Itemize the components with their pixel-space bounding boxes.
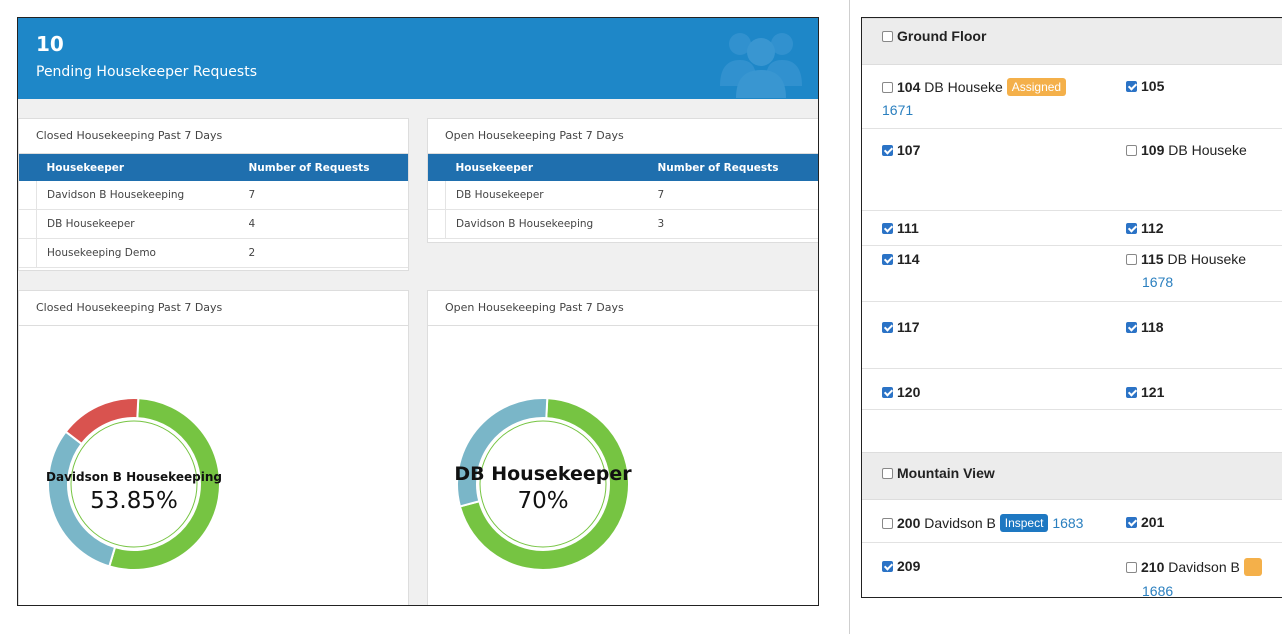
room-item[interactable]: 107: [882, 142, 920, 158]
row-divider: [862, 245, 1282, 246]
room-item[interactable]: 109 DB Houseke: [1126, 142, 1247, 158]
room-item[interactable]: 114: [882, 251, 920, 267]
floor-name: Mountain View: [897, 465, 995, 481]
room-checkbox[interactable]: [882, 387, 893, 398]
open-housekeeping-chart-card: Open Housekeeping Past 7 Days DB Houseke…: [427, 290, 818, 605]
assigned-badge: Assigned: [1006, 78, 1067, 96]
closed-housekeeping-table-card: Closed Housekeeping Past 7 Days Housekee…: [18, 118, 409, 271]
column-header[interactable]: Housekeeper: [445, 154, 648, 181]
inspect-badge: Inspect: [999, 514, 1049, 532]
pending-count: 10: [36, 32, 64, 56]
donut-center-percent: 53.85%: [90, 488, 178, 514]
room-item[interactable]: 201: [1126, 514, 1164, 530]
donut-center-name: DB Housekeeper: [454, 463, 632, 485]
room-checkbox[interactable]: [882, 518, 893, 529]
room-item[interactable]: 210 Davidson B: [1126, 558, 1262, 576]
row-divider: [862, 542, 1282, 543]
dashboard-screenshot: 10 Pending Housekeeper Requests Closed H…: [17, 17, 819, 606]
floor-name: Ground Floor: [897, 28, 987, 44]
row-divider: [862, 301, 1282, 302]
room-item[interactable]: 115 DB Houseke: [1126, 251, 1246, 267]
room-checkbox[interactable]: [1126, 223, 1137, 234]
room-checkbox[interactable]: [882, 82, 893, 93]
room-item[interactable]: 104 DB Houseke Assigned: [882, 78, 1067, 96]
request-link[interactable]: 1678: [1142, 274, 1173, 290]
room-item[interactable]: 121: [1126, 384, 1164, 400]
room-item[interactable]: 105: [1126, 78, 1164, 94]
table-row[interactable]: Davidson B Housekeeping 7: [19, 181, 408, 210]
request-link[interactable]: 1671: [882, 102, 913, 118]
room-checkbox[interactable]: [882, 254, 893, 265]
card-title: Closed Housekeeping Past 7 Days: [19, 119, 408, 154]
room-checkbox[interactable]: [1126, 562, 1137, 573]
assigned-badge: [1243, 558, 1262, 576]
row-divider: [862, 409, 1282, 410]
room-checkbox[interactable]: [882, 223, 893, 234]
room-checkbox[interactable]: [882, 145, 893, 156]
donut-inner-ring: [70, 420, 198, 548]
room-checkbox[interactable]: [1126, 81, 1137, 92]
closed-housekeeping-table: Housekeeper Number of Requests Davidson …: [19, 154, 408, 268]
pending-requests-banner[interactable]: 10 Pending Housekeeper Requests: [18, 18, 818, 99]
floor-header-ground[interactable]: Ground Floor: [862, 18, 1282, 65]
column-header[interactable]: Number of Requests: [647, 154, 818, 181]
donut-center-percent: 70%: [517, 488, 569, 514]
room-item[interactable]: 111: [882, 220, 919, 236]
open-housekeeping-table: Housekeeper Number of Requests DB Housek…: [428, 154, 818, 239]
room-checkbox[interactable]: [1126, 322, 1137, 333]
donut-slice-davidson-b-housekeeping[interactable]: [108, 397, 221, 571]
floor-checkbox[interactable]: [882, 31, 893, 42]
closed-housekeeping-donut-chart: [47, 397, 221, 571]
room-checkbox[interactable]: [1126, 387, 1137, 398]
row-divider: [862, 368, 1282, 369]
card-title: Open Housekeeping Past 7 Days: [428, 119, 818, 154]
table-row[interactable]: DB Housekeeper 4: [19, 209, 408, 239]
table-row[interactable]: Davidson B Housekeeping 3: [428, 209, 818, 239]
room-item[interactable]: 112: [1126, 220, 1164, 236]
open-housekeeping-table-card: Open Housekeeping Past 7 Days Housekeepe…: [427, 118, 818, 243]
users-icon: [720, 33, 802, 98]
table-row[interactable]: Housekeeping Demo 2: [19, 238, 408, 268]
room-item[interactable]: 117: [882, 319, 920, 335]
card-title: Open Housekeeping Past 7 Days: [428, 291, 818, 326]
row-divider: [862, 128, 1282, 129]
card-title: Closed Housekeeping Past 7 Days: [19, 291, 408, 326]
room-checkbox[interactable]: [1126, 145, 1137, 156]
room-item[interactable]: 200 Davidson B Inspect 1683: [882, 514, 1083, 532]
floor-checkbox[interactable]: [882, 468, 893, 479]
request-link[interactable]: 1686: [1142, 583, 1173, 597]
room-checkbox[interactable]: [1126, 254, 1137, 265]
room-item[interactable]: 118: [1126, 319, 1164, 335]
room-checkbox[interactable]: [882, 322, 893, 333]
column-header[interactable]: Number of Requests: [238, 154, 408, 181]
pending-label: Pending Housekeeper Requests: [36, 64, 257, 80]
room-item[interactable]: 209: [882, 558, 920, 574]
row-divider: [862, 210, 1282, 211]
column-header[interactable]: Housekeeper: [36, 154, 239, 181]
closed-housekeeping-chart-card: Closed Housekeeping Past 7 Days Davidson…: [18, 290, 409, 605]
room-item[interactable]: 120: [882, 384, 920, 400]
room-checklist-screenshot: Ground Floor 104 DB Houseke Assigned 167…: [861, 17, 1282, 598]
panel-divider: [849, 0, 850, 634]
table-row[interactable]: DB Housekeeper 7: [428, 181, 818, 210]
room-checkbox[interactable]: [1126, 517, 1137, 528]
floor-header-mountain-view[interactable]: Mountain View: [862, 452, 1282, 500]
request-link[interactable]: 1683: [1052, 515, 1083, 531]
room-checkbox[interactable]: [882, 561, 893, 572]
donut-center-name: Davidson B Housekeeping: [46, 470, 222, 484]
